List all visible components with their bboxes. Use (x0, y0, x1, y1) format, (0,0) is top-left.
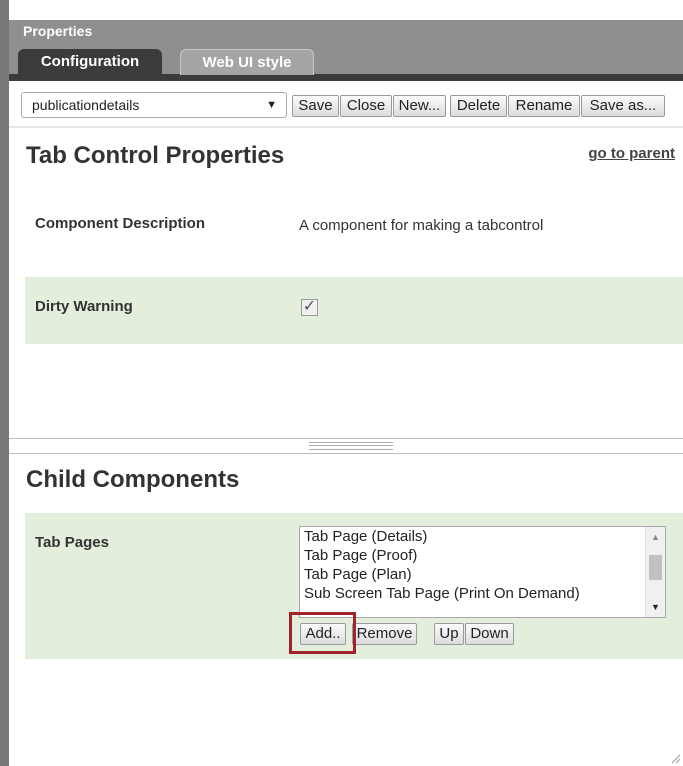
dropdown-arrow-icon: ▼ (266, 99, 277, 111)
scroll-down-icon[interactable]: ▼ (646, 599, 665, 615)
component-description-label: Component Description (35, 215, 206, 232)
save-as-button[interactable]: Save as... (581, 95, 665, 117)
delete-button[interactable]: Delete (450, 95, 507, 117)
component-description-value: A component for making a tabcontrol (299, 217, 544, 234)
list-item[interactable]: Tab Page (Plan) (300, 565, 665, 584)
panel-title: Properties (9, 20, 683, 43)
add-button-highlight (289, 612, 356, 654)
go-to-parent-link[interactable]: go to parent (588, 145, 675, 162)
dirty-warning-label: Dirty Warning (35, 298, 133, 315)
save-button[interactable]: Save (292, 95, 339, 117)
resize-grip-icon[interactable] (669, 752, 681, 764)
up-button[interactable]: Up (434, 623, 464, 645)
tab-pages-label: Tab Pages (35, 534, 109, 551)
toolbar-divider (9, 126, 683, 128)
tab-bar-underline (9, 74, 683, 81)
child-components-heading: Child Components (26, 466, 240, 493)
dirty-warning-checkbox[interactable]: ✓ (301, 299, 318, 316)
list-item[interactable]: Tab Page (Proof) (300, 546, 665, 565)
tab-configuration[interactable]: Configuration (18, 49, 162, 75)
properties-panel: Properties Configuration Web UI style pu… (9, 0, 683, 766)
remove-button[interactable]: Remove (352, 623, 417, 645)
panel-splitter[interactable] (9, 438, 683, 454)
component-select-value: publicationdetails (32, 97, 140, 113)
scroll-thumb[interactable] (649, 555, 662, 580)
listbox-scrollbar[interactable]: ▲ ▼ (645, 527, 665, 617)
list-item[interactable]: Sub Screen Tab Page (Print On Demand) (300, 584, 665, 603)
splitter-grip-icon (309, 442, 393, 450)
window-left-border (0, 0, 9, 766)
properties-heading: Tab Control Properties (26, 142, 285, 169)
tab-web-ui-style[interactable]: Web UI style (180, 49, 314, 75)
down-button[interactable]: Down (465, 623, 514, 645)
scroll-up-icon[interactable]: ▲ (646, 529, 665, 545)
check-mark-icon: ✓ (302, 298, 317, 315)
tab-pages-listbox[interactable]: Tab Page (Details) Tab Page (Proof) Tab … (299, 526, 666, 618)
new-button[interactable]: New... (393, 95, 446, 117)
rename-button[interactable]: Rename (508, 95, 580, 117)
list-item[interactable]: Tab Page (Details) (300, 527, 665, 546)
close-button[interactable]: Close (340, 95, 392, 117)
component-select[interactable]: publicationdetails ▼ (21, 92, 287, 118)
